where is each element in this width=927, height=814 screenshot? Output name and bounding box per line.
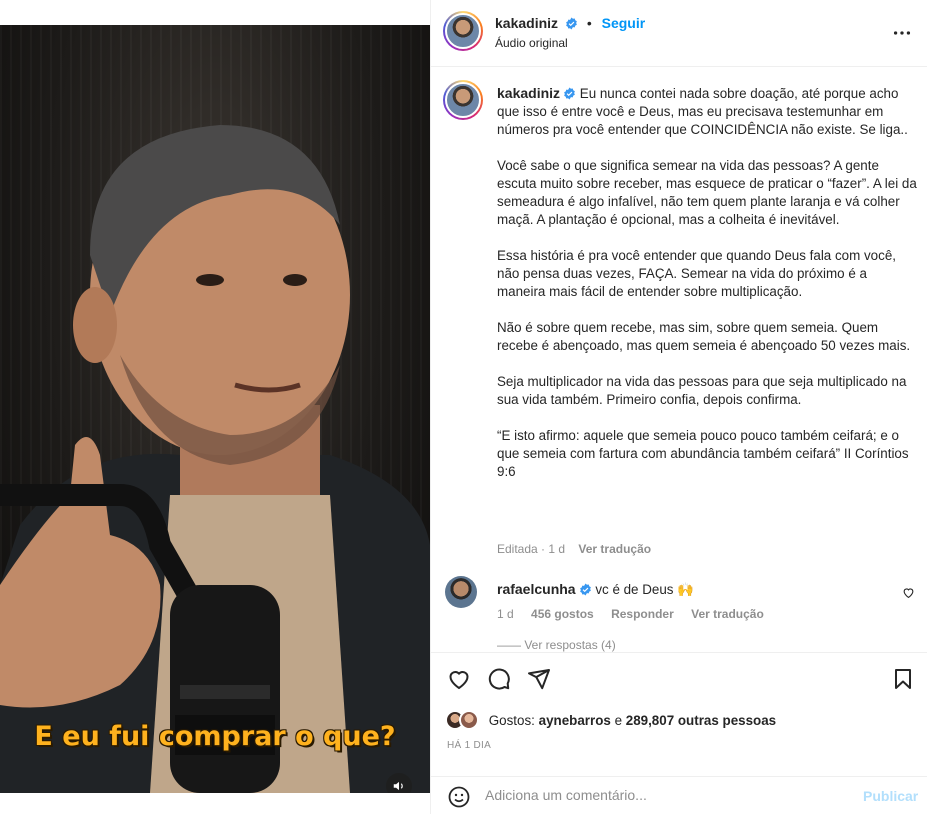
comment-body: rafaelcunha vc é de Deus 🙌 bbox=[497, 581, 694, 598]
caption-translate-link[interactable]: Ver tradução bbox=[578, 542, 651, 556]
edited-label: Editada · 1 d bbox=[497, 542, 566, 556]
like-button[interactable] bbox=[447, 667, 471, 696]
view-replies-link[interactable]: —— Ver respostas (4) bbox=[497, 638, 616, 652]
likes-prefix: Gostos: bbox=[488, 713, 535, 728]
author-username[interactable]: kakadiniz bbox=[495, 15, 558, 31]
caption-paragraph-3: Essa história é pra você entender que qu… bbox=[497, 248, 896, 299]
caption-paragraph-5: Seja multiplicador na vida das pessoas p… bbox=[497, 374, 907, 407]
caption-author-avatar[interactable] bbox=[443, 80, 483, 120]
first-liker[interactable]: aynebarros bbox=[539, 713, 611, 728]
follow-button[interactable]: Seguir bbox=[602, 15, 646, 31]
post-actions: Gostos: aynebarros e 289,807 outras pess… bbox=[431, 652, 927, 782]
heart-icon bbox=[449, 671, 469, 690]
speaker-icon bbox=[393, 781, 403, 791]
post-details-panel: kakadiniz • Seguir Áudio original kakadi… bbox=[430, 0, 927, 814]
post-header: kakadiniz • Seguir Áudio original bbox=[431, 0, 927, 67]
video-subtitle: E eu fui comprar o que? bbox=[34, 721, 396, 752]
post-date[interactable]: HÁ 1 DIA bbox=[447, 740, 491, 751]
comment-text: vc é de Deus 🙌 bbox=[595, 582, 694, 597]
verified-badge-icon bbox=[566, 17, 577, 30]
share-button[interactable] bbox=[527, 667, 551, 696]
likes-connector: e bbox=[614, 713, 623, 728]
caption-meta: Editada · 1 d Ver tradução bbox=[497, 542, 651, 556]
separator-dot: • bbox=[586, 15, 592, 31]
video-frame-illustration bbox=[0, 125, 430, 793]
commenter-avatar[interactable] bbox=[445, 576, 477, 608]
emoji-button[interactable] bbox=[447, 785, 471, 814]
comment-time: 1 d bbox=[497, 607, 514, 621]
video-panel[interactable]: E eu fui comprar o que? bbox=[0, 0, 430, 814]
reply-button[interactable]: Responder bbox=[611, 607, 674, 621]
comment-bubble-icon bbox=[488, 668, 510, 690]
liker-avatars[interactable] bbox=[445, 710, 485, 730]
comments-section[interactable]: kakadiniz Eu nunca contei nada sobre doa… bbox=[431, 68, 927, 652]
mute-button[interactable] bbox=[386, 773, 412, 793]
likes-summary: Gostos: aynebarros e 289,807 outras pess… bbox=[445, 710, 776, 730]
caption-text: kakadiniz Eu nunca contei nada sobre doa… bbox=[497, 84, 917, 481]
caption-paragraph-4: Não é sobre quem recebe, mas sim, sobre … bbox=[497, 320, 911, 353]
audio-link[interactable]: Áudio original bbox=[495, 36, 568, 50]
comment-like-button[interactable] bbox=[902, 586, 915, 604]
caption-username[interactable]: kakadiniz bbox=[497, 85, 560, 101]
verified-badge-icon bbox=[579, 583, 591, 596]
save-button[interactable] bbox=[891, 667, 915, 696]
heart-icon bbox=[903, 588, 914, 599]
caption-paragraph-6: “E isto afirmo: aquele que semeia pouco … bbox=[497, 428, 909, 479]
comment-meta: 1 d 456 gostos Responder Ver tradução bbox=[497, 607, 778, 621]
comment-likes[interactable]: 456 gostos bbox=[531, 607, 594, 621]
comment-translate-link[interactable]: Ver tradução bbox=[691, 607, 764, 621]
emoji-icon bbox=[448, 786, 470, 808]
bookmark-icon bbox=[895, 669, 911, 689]
comment-button[interactable] bbox=[487, 667, 511, 696]
publish-button[interactable]: Publicar bbox=[863, 788, 918, 804]
author-line: kakadiniz • Seguir bbox=[495, 15, 645, 31]
likes-others[interactable]: 289,807 outras pessoas bbox=[626, 713, 776, 728]
caption-paragraph: kakadiniz Eu nunca contei nada sobre doa… bbox=[497, 84, 917, 139]
video-player[interactable]: E eu fui comprar o que? bbox=[0, 25, 430, 793]
author-avatar[interactable] bbox=[443, 11, 483, 51]
comment-input[interactable] bbox=[485, 787, 845, 803]
caption-paragraph-2: Você sabe o que significa semear na vida… bbox=[497, 158, 917, 227]
paper-plane-icon bbox=[528, 669, 550, 690]
more-options-button[interactable] bbox=[891, 22, 913, 49]
verified-badge-icon bbox=[564, 87, 575, 100]
more-horizontal-icon bbox=[893, 31, 911, 35]
commenter-username[interactable]: rafaelcunha bbox=[497, 581, 576, 597]
add-comment-bar: Publicar bbox=[431, 776, 927, 814]
